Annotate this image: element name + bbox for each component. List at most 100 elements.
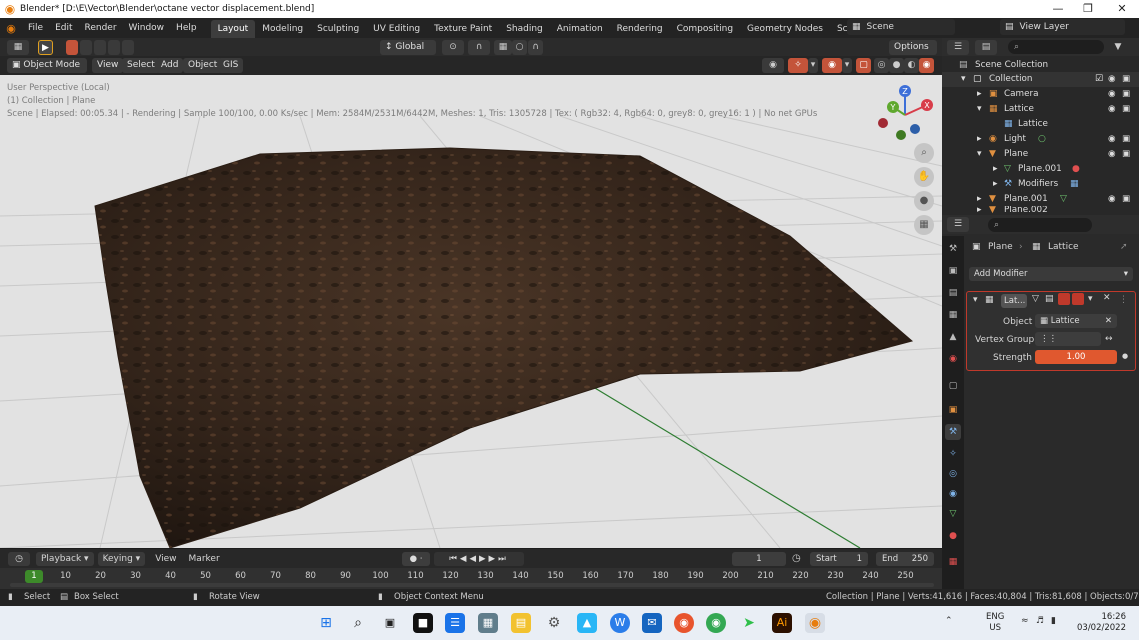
blender-taskbar-icon[interactable]: ◉ bbox=[805, 613, 825, 633]
gis-menu[interactable]: GIS bbox=[218, 58, 244, 73]
outliner-row-modifiers[interactable]: ▸ ⚒ Modifiers ▦ bbox=[942, 177, 1139, 192]
view-layer-selector[interactable]: ▤ View Layer bbox=[1000, 19, 1125, 35]
menu-help[interactable]: Help bbox=[170, 18, 203, 38]
minimize-button[interactable]: — bbox=[1043, 0, 1073, 18]
eye-icon[interactable]: ◉ bbox=[1108, 132, 1116, 147]
tab-shading[interactable]: Shading bbox=[499, 20, 550, 38]
timeline-scrollbar[interactable] bbox=[10, 583, 934, 587]
menu-edit[interactable]: Edit bbox=[49, 18, 78, 38]
material-tab-icon[interactable]: ● bbox=[945, 528, 961, 544]
object-tab-icon[interactable]: ▣ bbox=[945, 402, 961, 418]
app-w-icon[interactable]: W bbox=[610, 613, 630, 633]
outliner-search-input[interactable]: ⌕ bbox=[1008, 40, 1104, 54]
eye-icon[interactable]: ◉ bbox=[1108, 87, 1116, 102]
start-icon[interactable]: ⊞ bbox=[316, 613, 336, 633]
outliner-row-light[interactable]: ▸ ◉ Light ○ ◉ ▣ bbox=[942, 132, 1139, 147]
maximize-button[interactable]: ❐ bbox=[1073, 0, 1103, 18]
scene-collection-row[interactable]: ▤ Scene Collection bbox=[942, 58, 1139, 73]
start-frame-field[interactable]: Start 1 bbox=[810, 552, 868, 566]
select-mode-extend-icon[interactable] bbox=[80, 40, 92, 55]
playback-menu[interactable]: Playback ▾ bbox=[36, 551, 94, 566]
add-menu[interactable]: Add bbox=[156, 58, 184, 73]
task-view-icon[interactable]: ▣ bbox=[380, 613, 400, 633]
output-tab-icon[interactable]: ▤ bbox=[945, 285, 961, 301]
outliner-row-lattice[interactable]: ▾ ▦ Lattice ◉ ▣ bbox=[942, 102, 1139, 117]
search-icon[interactable]: ⌕ bbox=[348, 613, 368, 633]
select-mode-new-icon[interactable] bbox=[66, 40, 78, 55]
collection-tab-icon[interactable]: ▢ bbox=[945, 378, 961, 394]
menu-file[interactable]: File bbox=[22, 18, 49, 38]
cage-toggle-icon[interactable]: ▤ bbox=[1045, 294, 1054, 304]
particles-tab-icon[interactable]: ✧ bbox=[945, 446, 961, 462]
select-menu[interactable]: Select bbox=[122, 58, 160, 73]
invert-vertex-group-icon[interactable]: ↔ bbox=[1105, 334, 1113, 344]
physics-tab-icon[interactable]: ◎ bbox=[945, 466, 961, 482]
tab-rendering[interactable]: Rendering bbox=[610, 20, 670, 38]
properties-search-input[interactable]: ⌕ bbox=[988, 218, 1092, 232]
pivot-point-icon[interactable]: ⊙ bbox=[442, 40, 464, 55]
render-camera-icon[interactable]: ▣ bbox=[1122, 72, 1130, 87]
wifi-icon[interactable]: ≈ bbox=[1021, 616, 1029, 626]
camera-view-icon[interactable]: ● bbox=[914, 191, 934, 211]
select-mode-subtract-icon[interactable] bbox=[94, 40, 106, 55]
gizmo-neg-x-handle[interactable] bbox=[878, 118, 888, 128]
render-camera-icon[interactable]: ▣ bbox=[1122, 87, 1130, 102]
snap-icon[interactable]: ∩ bbox=[468, 40, 490, 55]
tray-chevron-icon[interactable]: ⌃ bbox=[945, 616, 953, 626]
snap-target-icon[interactable]: ▦ bbox=[494, 40, 512, 55]
pan-hand-icon[interactable]: ✋ bbox=[914, 167, 934, 187]
blender-menu-icon[interactable]: ◉ bbox=[0, 22, 22, 35]
wireframe-shading-icon[interactable]: ◎ bbox=[874, 58, 889, 73]
overlay-dropdown-icon[interactable]: ▾ bbox=[842, 58, 852, 73]
eye-icon[interactable]: ◉ bbox=[1108, 72, 1116, 87]
collapse-arrow-icon[interactable]: ▾ bbox=[973, 295, 978, 305]
eye-icon[interactable]: ◉ bbox=[1108, 192, 1116, 207]
object-menu[interactable]: Object bbox=[183, 58, 223, 73]
viewport-toggle-icon[interactable] bbox=[1058, 293, 1070, 305]
tab-modeling[interactable]: Modeling bbox=[255, 20, 310, 38]
tab-uv-editing[interactable]: UV Editing bbox=[366, 20, 427, 38]
data-tab-icon[interactable]: ▽ bbox=[945, 506, 961, 522]
visibility-filter-icon[interactable]: ◉ bbox=[762, 58, 784, 73]
clock[interactable]: 16:26 03/02/2022 bbox=[1074, 612, 1126, 634]
display-mode-icon[interactable]: ▤ bbox=[975, 40, 997, 55]
tool-tab-icon[interactable]: ⚒ bbox=[945, 241, 961, 257]
current-frame-field[interactable]: 1 bbox=[732, 552, 786, 566]
firefox-icon[interactable]: ◉ bbox=[674, 613, 694, 633]
world-tab-icon[interactable]: ◉ bbox=[945, 351, 961, 367]
chrome-icon[interactable]: ◉ bbox=[706, 613, 726, 633]
editor-type-icon[interactable]: ▦ bbox=[7, 40, 29, 55]
select-mode-intersect-icon[interactable] bbox=[122, 40, 134, 55]
zoom-icon[interactable]: ⌕ bbox=[914, 143, 934, 163]
strength-slider[interactable]: 1.00 bbox=[1035, 350, 1117, 364]
remove-modifier-icon[interactable]: ✕ bbox=[1103, 293, 1111, 303]
transform-orientation-dropdown[interactable]: ↕ Global bbox=[380, 40, 436, 55]
scene-tab-icon[interactable]: ▲ bbox=[945, 329, 961, 345]
eye-icon[interactable]: ◉ bbox=[1108, 102, 1116, 117]
navigation-gizmo[interactable]: Z X Y bbox=[875, 83, 935, 145]
tab-texture-paint[interactable]: Texture Paint bbox=[427, 20, 499, 38]
gizmo-toggle-icon[interactable]: ✧ bbox=[788, 58, 808, 73]
volume-icon[interactable]: ♬ bbox=[1036, 616, 1044, 626]
close-window-button[interactable]: ✕ bbox=[1107, 0, 1137, 18]
scene-selector[interactable]: ▦ Scene bbox=[847, 19, 955, 35]
render-tab-icon[interactable]: ▣ bbox=[945, 263, 961, 279]
timeline-editor-icon[interactable]: ◷ bbox=[8, 551, 30, 566]
menu-window[interactable]: Window bbox=[123, 18, 171, 38]
outliner-row-lattice-data[interactable]: ▦ Lattice bbox=[942, 117, 1139, 132]
properties-editor-icon[interactable]: ☰ bbox=[947, 217, 969, 232]
timeline-view-menu[interactable]: View bbox=[155, 554, 176, 564]
end-frame-field[interactable]: End 250 bbox=[876, 552, 934, 566]
add-modifier-dropdown[interactable]: Add Modifier ▾ bbox=[969, 267, 1133, 281]
tab-animation[interactable]: Animation bbox=[550, 20, 610, 38]
modifier-name-field[interactable]: Lat... bbox=[1001, 294, 1027, 308]
gizmo-neg-y-handle[interactable] bbox=[896, 130, 906, 140]
clear-field-icon[interactable]: ✕ bbox=[1105, 314, 1112, 328]
modifier-tab-icon[interactable]: ⚒ bbox=[945, 424, 961, 440]
drag-handle-icon[interactable]: ⋮ bbox=[1119, 295, 1128, 305]
tab-compositing[interactable]: Compositing bbox=[670, 20, 740, 38]
xray-toggle-icon[interactable]: ▢ bbox=[856, 58, 871, 73]
modifier-menu-chevron-icon[interactable]: ▾ bbox=[1088, 294, 1093, 304]
view-layer-tab-icon[interactable]: ▦ bbox=[945, 307, 961, 323]
app-notes-icon[interactable]: ☰ bbox=[445, 613, 465, 633]
